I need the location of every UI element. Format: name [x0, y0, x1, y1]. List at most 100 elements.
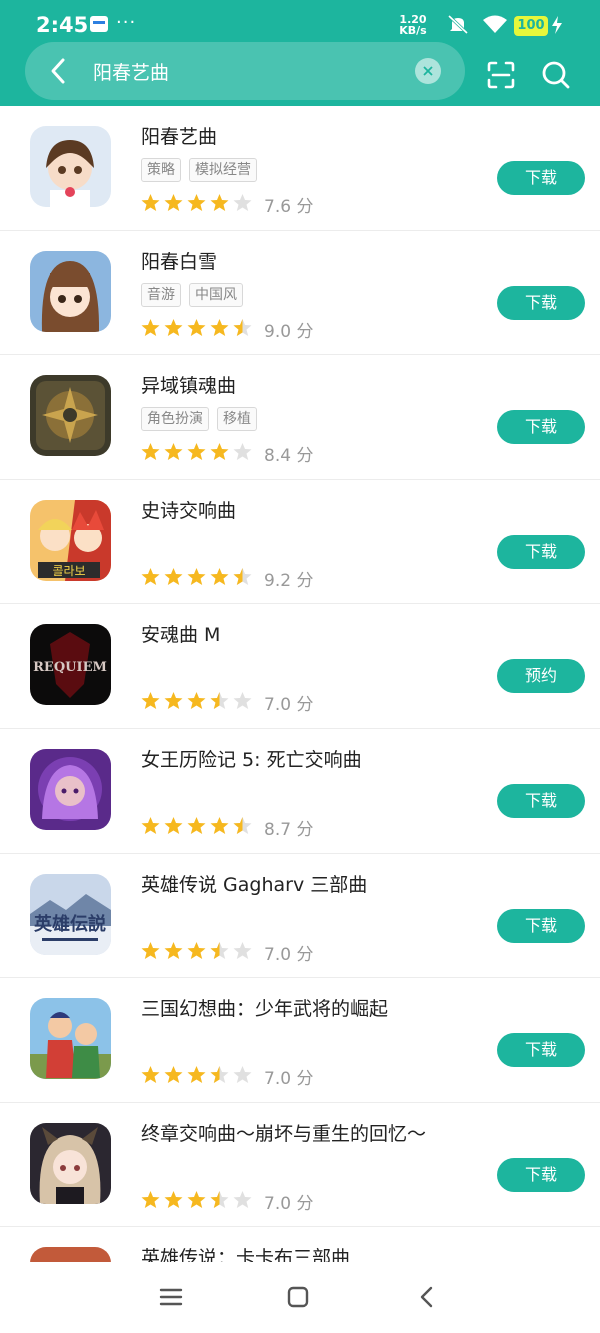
star-rating: [141, 691, 252, 714]
star-icon: [164, 1065, 183, 1088]
app-rating: 7.6 分: [141, 192, 313, 217]
star-icon: [164, 1190, 183, 1213]
result-row[interactable]: 女王历险记 5: 死亡交响曲 8.7 分 下载: [0, 729, 600, 854]
app-tag[interactable]: 模拟经营: [189, 158, 257, 182]
download-button[interactable]: 下载: [497, 285, 585, 320]
app-tag[interactable]: 中国风: [189, 282, 243, 307]
star-icon: [141, 691, 160, 714]
app-name[interactable]: 阳春白雪: [141, 247, 217, 274]
search-input[interactable]: [93, 56, 403, 86]
star-icon: [141, 193, 160, 216]
app-score: 8.4 分: [264, 446, 314, 467]
star-icon: [187, 1190, 206, 1213]
clear-search-icon[interactable]: [415, 58, 441, 84]
download-button[interactable]: 下载: [497, 908, 585, 943]
warriors-icon[interactable]: [30, 998, 111, 1080]
star-icon: [233, 816, 252, 839]
app-rating: 7.0 分: [141, 1064, 313, 1089]
star-rating: [141, 941, 252, 964]
status-time: 2:45: [36, 13, 89, 37]
app-score: 9.0 分: [264, 321, 314, 342]
star-icon: [210, 193, 229, 216]
requiem-logo-icon[interactable]: REQUIEM: [30, 624, 111, 706]
result-row[interactable]: 阳春艺曲策略 模拟经营 7.6 分 下载: [0, 106, 600, 231]
star-icon: [141, 1190, 160, 1213]
download-button[interactable]: 下载: [497, 410, 585, 445]
wifi-icon: [483, 15, 507, 33]
star-rating: [141, 1065, 252, 1088]
app-rating: 9.2 分: [141, 566, 313, 591]
result-row[interactable]: 英雄伝説 英雄传说 Gagharv 三部曲 7.0 分 下载: [0, 854, 600, 979]
app-name[interactable]: 女王历险记 5: 死亡交响曲: [141, 745, 362, 772]
download-button[interactable]: 下载: [497, 1033, 585, 1068]
app-tags: 角色扮演 移植: [141, 407, 257, 432]
star-icon: [233, 442, 252, 465]
search-bar: [25, 42, 465, 100]
result-row[interactable]: 阳春白雪音游 中国风 9.0 分 下载: [0, 231, 600, 356]
app-score: 7.0 分: [264, 944, 314, 965]
app-name[interactable]: 异域镇魂曲: [141, 371, 236, 398]
download-button[interactable]: 下载: [497, 534, 585, 569]
star-rating: [141, 442, 252, 465]
star-icon: [164, 318, 183, 341]
reserve-button[interactable]: 预约: [497, 659, 585, 694]
star-icon: [187, 442, 206, 465]
back-arrow-icon[interactable]: [43, 55, 75, 87]
purple-queen-icon[interactable]: [30, 748, 111, 830]
app-name[interactable]: 终章交响曲～崩坏与重生的回忆～: [141, 1119, 426, 1146]
horned-girl-icon[interactable]: [30, 1122, 111, 1204]
download-button[interactable]: 下载: [497, 1157, 585, 1192]
star-icon: [233, 567, 252, 590]
anime-girl-icon[interactable]: [30, 126, 111, 207]
star-icon: [233, 1190, 252, 1213]
star-icon: [187, 691, 206, 714]
star-icon: [164, 442, 183, 465]
star-icon: [187, 816, 206, 839]
legend-title-icon[interactable]: 英雄伝説: [30, 873, 111, 955]
download-button[interactable]: 下载: [497, 783, 585, 818]
star-icon: [233, 691, 252, 714]
app-tag[interactable]: 角色扮演: [141, 407, 209, 432]
bronze-emblem-icon[interactable]: [30, 375, 111, 457]
app-name[interactable]: 英雄传说 Gagharv 三部曲: [141, 870, 367, 897]
app-rating: 8.7 分: [141, 815, 313, 840]
app-tags: 音游 中国风: [141, 282, 243, 307]
app-score: 8.7 分: [264, 819, 314, 840]
collab-heroes-icon[interactable]: 콜라보: [30, 499, 111, 581]
app-name[interactable]: 三国幻想曲：少年武将的崛起: [141, 994, 388, 1021]
more-notifications-icon: ···: [116, 12, 137, 33]
star-rating: [141, 816, 252, 839]
result-row[interactable]: 终章交响曲～崩坏与重生的回忆～ 7.0 分 下载: [0, 1103, 600, 1228]
result-row[interactable]: 异域镇魂曲角色扮演 移植 8.4 分 下载: [0, 355, 600, 480]
result-row[interactable]: 三国幻想曲：少年武将的崛起 7.0 分 下载: [0, 978, 600, 1103]
star-rating: [141, 193, 252, 216]
star-rating: [141, 567, 252, 590]
app-rating: 9.0 分: [141, 317, 313, 342]
download-button[interactable]: 下载: [497, 161, 585, 195]
star-icon: [233, 318, 252, 341]
app-tag[interactable]: 移植: [217, 407, 257, 432]
back-icon[interactable]: [414, 1284, 440, 1310]
app-name[interactable]: 阳春艺曲: [141, 122, 217, 149]
star-icon: [141, 941, 160, 964]
result-row[interactable]: 콜라보 史诗交响曲 9.2 分 下载: [0, 480, 600, 605]
home-icon[interactable]: [285, 1284, 311, 1310]
recent-apps-icon[interactable]: [158, 1284, 184, 1310]
star-icon: [210, 691, 229, 714]
star-icon: [164, 941, 183, 964]
app-rating: 7.0 分: [141, 690, 313, 715]
battery-level: 100: [514, 16, 548, 36]
app-score: 7.0 分: [264, 695, 314, 716]
app-tag[interactable]: 音游: [141, 282, 181, 307]
scan-icon[interactable]: [486, 60, 516, 90]
app-tag[interactable]: 策略: [141, 158, 181, 182]
search-icon[interactable]: [541, 60, 571, 90]
star-icon: [187, 567, 206, 590]
star-rating: [141, 1190, 252, 1213]
app-name[interactable]: 安魂曲 M: [141, 620, 220, 647]
app-name[interactable]: 史诗交响曲: [141, 496, 236, 523]
result-row[interactable]: REQUIEM 安魂曲 M 7.0 分 预约: [0, 604, 600, 729]
app-rating: 7.0 分: [141, 1189, 313, 1214]
anime-girl-bangs-icon[interactable]: [30, 250, 111, 332]
star-icon: [233, 941, 252, 964]
